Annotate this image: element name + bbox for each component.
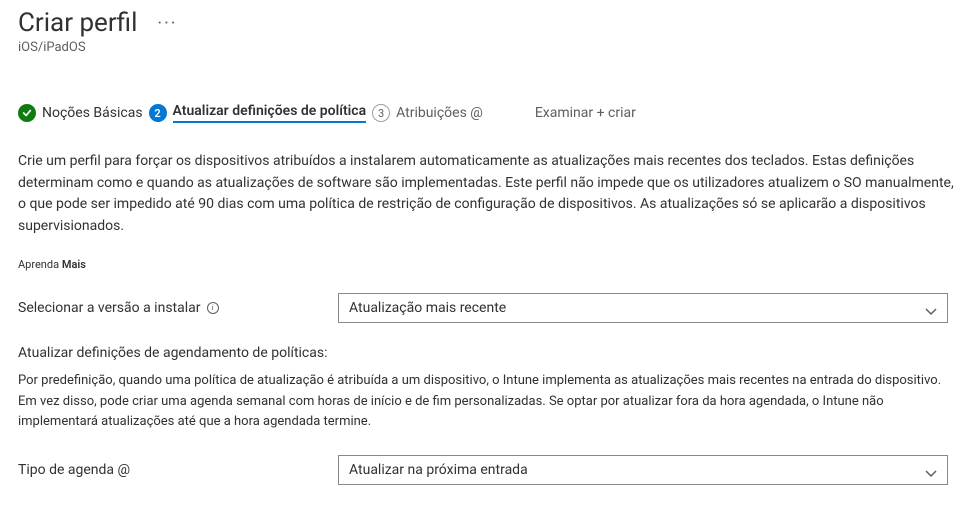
schedule-description: Por predefinição, quando uma política de… (18, 371, 957, 433)
learn-more-text-b: Mais (62, 258, 86, 271)
chevron-down-icon (925, 304, 937, 312)
page-title: Criar perfil (18, 8, 137, 38)
learn-more-text-a: Aprenda (18, 258, 59, 271)
more-icon[interactable]: ··· (157, 13, 177, 34)
step-label: Noções Básicas (42, 105, 143, 121)
check-icon (18, 104, 36, 122)
schedule-type-label: Tipo de agenda @ (18, 462, 338, 478)
select-value: Atualização mais recente (349, 300, 506, 316)
version-select[interactable]: Atualização mais recente (338, 293, 948, 323)
policy-description: Crie um perfil para forçar os dispositiv… (18, 151, 957, 238)
step-label: Atualizar definições de política (173, 103, 367, 123)
step-basics[interactable]: Noções Básicas (18, 104, 143, 122)
step-label: Atribuições @ (396, 105, 483, 121)
stepper: Noções Básicas 2 Atualizar definições de… (18, 103, 957, 123)
learn-more-link[interactable]: Aprenda Mais (18, 258, 957, 271)
info-icon[interactable]: i (207, 302, 219, 314)
step-review-create[interactable]: Examinar + criar (535, 105, 636, 121)
version-select-row: Selecionar a versão a instalar i Atualiz… (18, 293, 957, 323)
step-assignments[interactable]: 3 Atribuições @ (372, 104, 483, 122)
step-label: Examinar + criar (535, 105, 636, 121)
step-number-icon: 2 (149, 104, 167, 122)
chevron-down-icon (925, 466, 937, 474)
page-subtitle: iOS/iPadOS (18, 40, 957, 55)
schedule-heading: Atualizar definições de agendamento de p… (18, 345, 957, 361)
schedule-type-row: Tipo de agenda @ Atualizar na próxima en… (18, 455, 957, 485)
label-text: Tipo de agenda @ (18, 462, 130, 478)
step-update-policy[interactable]: 2 Atualizar definições de política (149, 103, 367, 123)
version-select-label: Selecionar a versão a instalar i (18, 300, 338, 316)
step-number-icon: 3 (372, 104, 390, 122)
select-value: Atualizar na próxima entrada (349, 462, 528, 478)
schedule-type-select[interactable]: Atualizar na próxima entrada (338, 455, 948, 485)
label-text: Selecionar a versão a instalar (18, 300, 201, 316)
